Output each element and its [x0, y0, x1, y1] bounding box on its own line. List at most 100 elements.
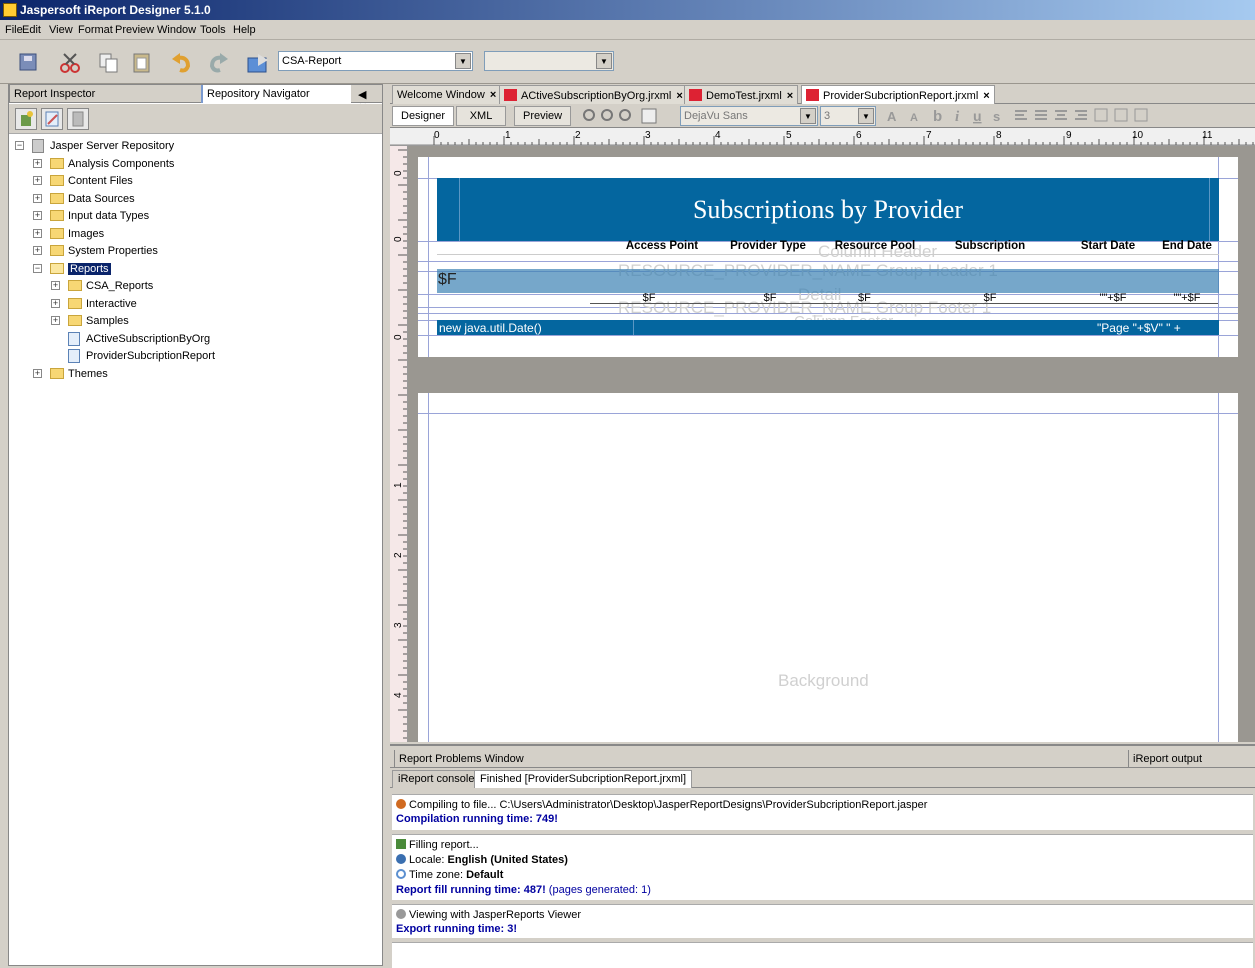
menu-edit[interactable]: Edit [22, 24, 41, 36]
expand-icon[interactable]: + [33, 194, 42, 203]
run-report-icon[interactable] [244, 50, 272, 76]
tab-provider-subscription-report[interactable]: ProviderSubcriptionReport.jrxml × [801, 85, 995, 104]
close-icon[interactable]: × [787, 90, 793, 102]
tree-node-images[interactable]: + Images [33, 226, 373, 242]
group-header-band[interactable]: $F [437, 269, 1219, 293]
font-name-select[interactable]: DejaVu Sans ▼ [680, 106, 818, 126]
copy-icon[interactable] [95, 50, 123, 76]
tree-node-system-properties[interactable]: + System Properties [33, 243, 373, 259]
undo-icon[interactable] [168, 50, 196, 76]
collapse-icon[interactable]: − [15, 141, 24, 150]
report-title-band[interactable]: Subscriptions by Provider [437, 178, 1219, 241]
ruler-label: 0 [434, 130, 440, 141]
app-icon [3, 3, 17, 17]
menu-format[interactable]: Format [78, 24, 113, 36]
secondary-select[interactable]: ▼ [484, 51, 614, 71]
tab-report-problems[interactable]: Report Problems Window [394, 750, 528, 768]
column-header-start-date[interactable]: Start Date [1068, 240, 1148, 252]
ruler-label: 10 [1132, 130, 1144, 141]
save-icon[interactable] [15, 50, 43, 76]
close-icon[interactable]: × [490, 89, 496, 101]
band-label-background: Background [778, 671, 869, 690]
ruler-label: 1 [505, 130, 511, 141]
tree-node-reports[interactable]: − Reports [33, 261, 373, 277]
tree-node-input-data-types[interactable]: + Input data Types [33, 208, 373, 224]
column-header-end-date[interactable]: End Date [1156, 240, 1218, 252]
expand-icon[interactable]: + [33, 229, 42, 238]
menu-tools[interactable]: Tools [200, 24, 226, 36]
detail-field[interactable]: $F [858, 292, 898, 304]
timezone-label: Time zone: [409, 869, 464, 881]
console-fill-block: Filling report... Locale: English (Unite… [392, 834, 1253, 900]
expand-icon[interactable]: + [33, 211, 42, 220]
tab-welcome-window[interactable]: Welcome Window × [392, 85, 502, 104]
chevron-down-icon: ▼ [455, 53, 471, 69]
tab-ireport-output[interactable]: iReport output [1128, 750, 1206, 768]
page-footer-band[interactable]: new java.util.Date() "Page "+$V" " + [437, 320, 1219, 335]
font-size-select[interactable]: 3 ▼ [820, 106, 876, 126]
tree-node-active-subscription-by-org[interactable]: ACtiveSubscriptionByOrg [51, 331, 371, 347]
tree-node-server[interactable]: − Jasper Server Repository [15, 138, 375, 154]
text-format-tools-icon[interactable]: A A b i u s [885, 107, 1175, 125]
tab-report-inspector[interactable]: Report Inspector [9, 85, 99, 103]
column-header-provider-type[interactable]: Provider Type [716, 240, 820, 252]
tab-ireport-console[interactable]: iReport console [392, 770, 481, 788]
expand-icon[interactable]: + [33, 246, 42, 255]
viewer-icon [396, 909, 406, 919]
close-icon[interactable]: × [983, 90, 989, 102]
editor-toolbar: Designer XML Preview DejaVu Sans ▼ 3 ▼ A… [390, 104, 1255, 128]
menu-file[interactable]: File [5, 24, 23, 36]
expand-icon[interactable]: + [33, 176, 42, 185]
tree-node-themes[interactable]: + Themes [33, 366, 373, 382]
title-bar: Jaspersoft iReport Designer 5.1.0 [0, 0, 1255, 20]
menu-view[interactable]: View [49, 24, 73, 36]
report-design-canvas[interactable]: Column Header RESOURCE_PROVIDER_NAME Gro… [408, 146, 1255, 742]
zoom-tools-icon[interactable] [582, 108, 667, 124]
detail-field[interactable]: ""+$F [1078, 292, 1148, 304]
tree-node-content-files[interactable]: + Content Files [33, 173, 373, 189]
menu-window[interactable]: Window [157, 24, 196, 36]
tree-node-csa-reports[interactable]: + CSA_Reports [51, 278, 371, 294]
expand-icon[interactable]: + [51, 316, 60, 325]
report-datasource-select[interactable]: CSA-Report ▼ [278, 51, 473, 71]
expand-icon[interactable]: + [33, 369, 42, 378]
preview-view-button[interactable]: Preview [514, 106, 572, 126]
tree-node-interactive[interactable]: + Interactive [51, 296, 371, 312]
expand-icon[interactable]: + [33, 159, 42, 168]
column-header-subscription[interactable]: Subscription [940, 240, 1040, 252]
close-icon[interactable]: × [676, 90, 682, 102]
add-server-icon[interactable] [15, 108, 37, 130]
xml-view-button[interactable]: XML [456, 106, 506, 126]
detail-field[interactable]: $F [718, 292, 822, 304]
tree-node-data-sources[interactable]: + Data Sources [33, 191, 373, 207]
ruler-label: 2 [575, 130, 581, 141]
timezone-value: Default [466, 869, 504, 881]
tree-node-provider-subscription-report[interactable]: ProviderSubcriptionReport [51, 348, 371, 364]
folder-icon [50, 175, 64, 186]
expand-icon[interactable]: + [51, 281, 60, 290]
tab-repository-navigator[interactable]: Repository Navigator [201, 85, 351, 103]
tree-node-samples[interactable]: + Samples [51, 313, 371, 329]
main-toolbar: CSA-Report ▼ ▼ [0, 40, 1255, 84]
expand-icon[interactable]: + [51, 299, 60, 308]
edit-server-icon[interactable] [41, 108, 63, 130]
tab-active-subscription-by-org[interactable]: ACtiveSubscriptionByOrg.jrxml × [499, 85, 688, 104]
column-header-access-point[interactable]: Access Point [612, 240, 712, 252]
tab-demo-test[interactable]: DemoTest.jrxml × [684, 85, 799, 104]
designer-view-button[interactable]: Designer [392, 106, 455, 126]
menu-preview[interactable]: Preview [115, 24, 154, 36]
fill-time: Report fill running time: 487! [396, 884, 546, 896]
column-header-resource-pool[interactable]: Resource Pool [823, 240, 927, 252]
cut-icon[interactable] [56, 50, 84, 76]
menu-help[interactable]: Help [233, 24, 256, 36]
redo-icon[interactable] [204, 50, 232, 76]
minimize-panel-icon[interactable]: ◀ ✕ [354, 85, 382, 114]
paste-icon[interactable] [128, 50, 156, 76]
delete-server-icon[interactable] [67, 108, 89, 130]
detail-field[interactable]: $F [940, 292, 1040, 304]
collapse-icon[interactable]: − [33, 264, 42, 273]
detail-field[interactable]: $F [590, 292, 708, 304]
detail-field[interactable]: ""+$F [1156, 292, 1218, 304]
tab-finished-report[interactable]: Finished [ProviderSubcriptionReport.jrxm… [474, 770, 693, 788]
tree-node-analysis-components[interactable]: + Analysis Components [33, 156, 373, 172]
